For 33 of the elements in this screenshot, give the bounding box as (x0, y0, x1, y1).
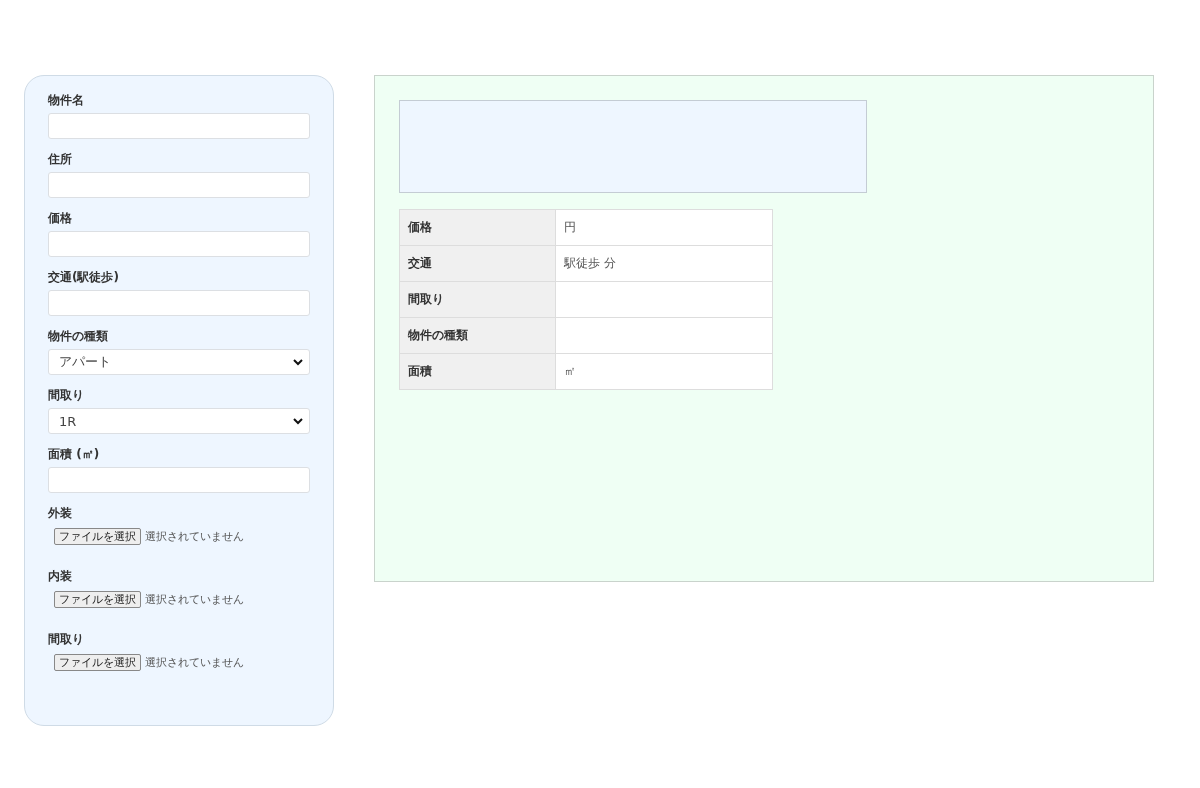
field-label: 交通(駅徒歩) (48, 269, 120, 285)
table-header-cell: 物件の種類 (399, 317, 556, 354)
choose-file-button[interactable]: ファイルを選択 (54, 591, 141, 608)
file-status: 選択されていません (145, 529, 244, 544)
field-label: 物件の種類 (48, 328, 109, 344)
field-label: 物件名 (48, 92, 85, 108)
table-header-cell: 交通 (399, 245, 556, 282)
chevron-down-icon (293, 417, 303, 425)
table-header-cell: 間取り (399, 281, 556, 318)
table-cell: ㎡ (555, 353, 773, 390)
table-header-cell: 価格 (399, 209, 556, 246)
table-cell: 円 (555, 209, 773, 246)
select-field[interactable]: 1R (48, 408, 310, 434)
file-status: 選択されていません (145, 655, 244, 670)
field-label: 住所 (48, 151, 73, 167)
input-field[interactable] (48, 113, 310, 139)
field-label: 内装 (48, 568, 73, 584)
table-cell: 駅徒歩 分 (555, 245, 773, 282)
field-label: 間取り (48, 631, 85, 647)
field-label: 間取り (48, 387, 85, 403)
field-label: 外装 (48, 505, 73, 521)
file-status: 選択されていません (145, 592, 244, 607)
field-label: 面積 (㎡) (48, 446, 101, 462)
field-label: 価格 (48, 210, 73, 226)
choose-file-button[interactable]: ファイルを選択 (54, 528, 141, 545)
input-field[interactable] (48, 231, 310, 257)
select-field[interactable]: アパート (48, 349, 310, 375)
choose-file-button[interactable]: ファイルを選択 (54, 654, 141, 671)
input-field[interactable] (48, 467, 310, 493)
chevron-down-icon (293, 358, 303, 366)
input-field[interactable] (48, 290, 310, 316)
table-header-cell: 面積 (399, 353, 556, 390)
input-field[interactable] (48, 172, 310, 198)
